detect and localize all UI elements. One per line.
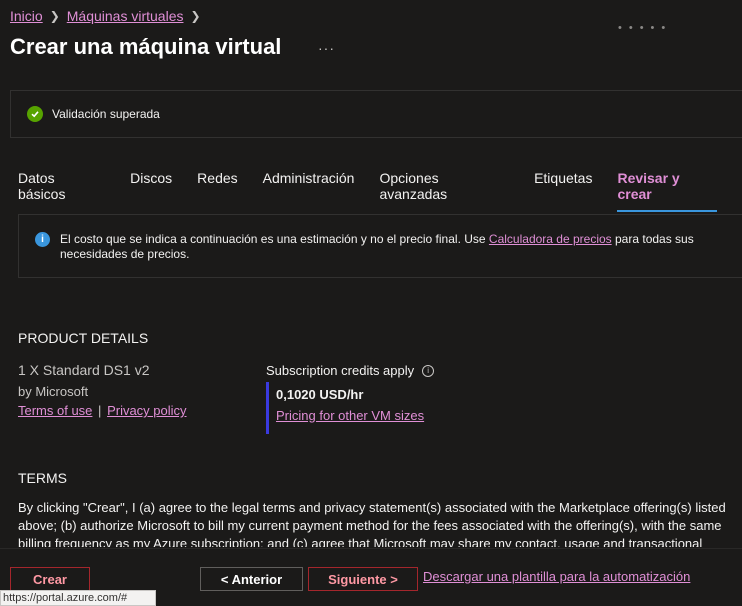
terms-heading: TERMS (18, 470, 67, 486)
wizard-tabs: Datos básicos Discos Redes Administració… (18, 170, 742, 212)
pricing-calculator-link[interactable]: Calculadora de precios (489, 232, 612, 246)
terms-text: By clicking "Crear", I (a) agree to the … (18, 500, 726, 547)
loading-dots-icon: ••••• (618, 22, 673, 34)
create-button[interactable]: Crear (10, 567, 90, 591)
info-icon: i (35, 232, 50, 247)
browser-status-url: https://portal.azure.com/# (0, 590, 156, 606)
product-publisher: by Microsoft (18, 384, 89, 399)
chevron-right-icon: ❯ (49, 9, 60, 23)
price-value: 0,1020 USD/hr (276, 387, 364, 402)
price-box: 0,1020 USD/hr Pricing for other VM sizes (266, 382, 424, 434)
breadcrumb-home-link[interactable]: Inicio (10, 8, 43, 24)
pricing-other-sizes-link[interactable]: Pricing for other VM sizes (276, 408, 424, 423)
tab-datos-basicos[interactable]: Datos básicos (18, 170, 105, 212)
pricing-info-text: El costo que se indica a continuación es… (60, 232, 694, 261)
tab-redes[interactable]: Redes (197, 170, 237, 212)
breadcrumb: Inicio ❯ Máquinas virtuales ❯ (10, 8, 208, 24)
chevron-right-icon: ❯ (190, 9, 201, 23)
validation-banner: Validación superada (10, 90, 742, 138)
credits-label: Subscription credits apply (266, 363, 415, 378)
privacy-policy-link[interactable]: Privacy policy (107, 403, 186, 418)
terms-of-use-link[interactable]: Terms of use (18, 403, 92, 418)
checkmark-icon (27, 106, 43, 122)
pricing-info-banner: i El costo que se indica a continuación … (18, 214, 742, 278)
product-details-heading: PRODUCT DETAILS (18, 330, 149, 346)
product-name: 1 X Standard DS1 v2 (18, 362, 150, 378)
tab-etiquetas[interactable]: Etiquetas (534, 170, 592, 212)
subscription-credits: Subscription credits apply i (266, 363, 435, 378)
page-title: Crear una máquina virtual (10, 34, 282, 59)
tab-revisar-y-crear[interactable]: Revisar y crear (617, 170, 717, 212)
download-template-link[interactable]: Descargar una plantilla para la automati… (423, 569, 690, 584)
more-options-icon[interactable]: ··· (318, 40, 335, 56)
info-icon[interactable]: i (422, 364, 435, 377)
product-legal-links: Terms of use | Privacy policy (18, 403, 187, 418)
breadcrumb-vms-link[interactable]: Máquinas virtuales (67, 8, 184, 24)
tab-opciones-avanzadas[interactable]: Opciones avanzadas (379, 170, 509, 212)
next-button[interactable]: Siguiente > (308, 567, 418, 591)
tab-administracion[interactable]: Administración (263, 170, 355, 212)
link-separator: | (98, 403, 102, 418)
previous-button[interactable]: < Anterior (200, 567, 303, 591)
validation-text: Validación superada (52, 107, 160, 121)
tab-discos[interactable]: Discos (130, 170, 172, 212)
